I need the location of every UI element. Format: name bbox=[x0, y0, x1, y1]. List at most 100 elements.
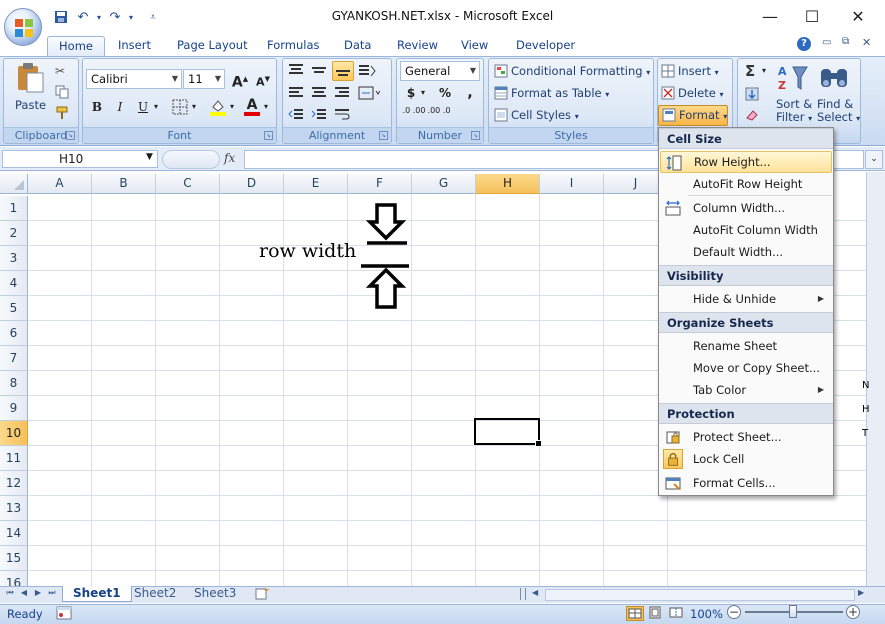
row-header-2[interactable]: 2 bbox=[0, 221, 28, 246]
decrease-decimal-button[interactable]: .00 .0 bbox=[426, 106, 452, 126]
font-color-icon[interactable]: A bbox=[243, 97, 261, 117]
decrease-indent-icon[interactable] bbox=[288, 108, 306, 124]
align-top-icon[interactable] bbox=[288, 63, 306, 79]
tab-page-layout[interactable]: Page Layout bbox=[177, 36, 248, 56]
row-header-6[interactable]: 6 bbox=[0, 321, 28, 346]
percent-button[interactable]: % bbox=[434, 83, 456, 103]
tab-home[interactable]: Home bbox=[47, 36, 105, 56]
column-header-c[interactable]: C bbox=[156, 174, 220, 194]
tab-data[interactable]: Data bbox=[344, 36, 371, 56]
fill-icon[interactable] bbox=[745, 87, 759, 101]
row-header-14[interactable]: 14 bbox=[0, 521, 28, 546]
row-header-7[interactable]: 7 bbox=[0, 346, 28, 371]
shrink-font-button[interactable]: A▼ bbox=[252, 69, 274, 89]
format-as-table-button[interactable]: Format as Table ▾ bbox=[494, 86, 609, 100]
comma-button[interactable]: , bbox=[459, 83, 481, 103]
orientation-icon[interactable] bbox=[358, 63, 376, 79]
tab-split-handle[interactable] bbox=[520, 588, 526, 600]
tab-formulas[interactable]: Formulas bbox=[267, 36, 320, 56]
underline-dropdown-icon[interactable]: ▾ bbox=[154, 102, 158, 111]
increase-indent-icon[interactable] bbox=[311, 108, 329, 124]
menu-item-autofit-column-width[interactable]: AutoFit Column Width bbox=[660, 219, 832, 241]
vertical-scrollbar[interactable] bbox=[866, 172, 885, 586]
sort-filter-button[interactable]: Sort & Filter ▾ bbox=[776, 98, 812, 125]
copy-icon[interactable] bbox=[55, 85, 69, 99]
row-header-4[interactable]: 4 bbox=[0, 271, 28, 296]
font-size-combo[interactable]: 11 ▼ bbox=[183, 69, 225, 89]
menu-item-rename-sheet[interactable]: Rename Sheet bbox=[660, 335, 832, 357]
column-header-a[interactable]: A bbox=[28, 174, 92, 194]
tab-developer[interactable]: Developer bbox=[516, 36, 575, 56]
column-header-i[interactable]: I bbox=[540, 174, 604, 194]
clear-icon[interactable] bbox=[745, 108, 759, 122]
menu-item-default-width[interactable]: Default Width... bbox=[660, 241, 832, 263]
column-header-d[interactable]: D bbox=[220, 174, 284, 194]
borders-icon[interactable] bbox=[172, 99, 188, 115]
grow-font-button[interactable]: A▲ bbox=[229, 69, 251, 91]
conditional-formatting-button[interactable]: Conditional Formatting ▾ bbox=[494, 64, 650, 78]
clipboard-launcher-icon[interactable]: ↘ bbox=[66, 131, 75, 140]
delete-cells-button[interactable]: Delete ▾ bbox=[661, 86, 723, 100]
format-painter-icon[interactable] bbox=[55, 106, 69, 120]
align-left-icon[interactable] bbox=[288, 86, 306, 102]
fill-color-icon[interactable] bbox=[209, 98, 227, 116]
row-header-11[interactable]: 11 bbox=[0, 446, 28, 471]
menu-item-protect-sheet[interactable]: Protect Sheet... bbox=[660, 426, 832, 448]
menu-item-hide-unhide[interactable]: Hide & Unhide ▶ bbox=[660, 288, 832, 310]
italic-button[interactable]: I bbox=[109, 97, 131, 117]
column-header-g[interactable]: G bbox=[412, 174, 476, 194]
align-center-icon[interactable] bbox=[311, 86, 329, 102]
ribbon-close-icon[interactable]: ✕ bbox=[862, 36, 871, 49]
wrap-text-icon[interactable] bbox=[334, 108, 352, 124]
insert-sheet-icon[interactable] bbox=[254, 587, 270, 601]
row-header-3[interactable]: 3 bbox=[0, 246, 28, 271]
underline-button[interactable]: U bbox=[132, 97, 154, 117]
insert-function-button[interactable]: fx bbox=[224, 151, 242, 165]
first-sheet-icon[interactable]: ⏮ bbox=[4, 588, 16, 598]
currency-dropdown-icon[interactable]: ▾ bbox=[421, 88, 425, 97]
row-header-13[interactable]: 13 bbox=[0, 496, 28, 521]
menu-item-column-width[interactable]: Column Width... bbox=[660, 197, 832, 219]
find-select-button[interactable]: Find & Select ▾ bbox=[817, 98, 860, 125]
close-button[interactable]: ✕ bbox=[838, 6, 878, 28]
row-header-8[interactable]: 8 bbox=[0, 371, 28, 396]
fill-color-dropdown-icon[interactable]: ▾ bbox=[230, 102, 234, 111]
help-icon[interactable]: ? bbox=[797, 37, 811, 51]
currency-button[interactable]: $ bbox=[400, 83, 422, 103]
expand-formula-bar-icon[interactable]: ⌄ bbox=[865, 150, 883, 169]
tab-insert[interactable]: Insert bbox=[118, 36, 151, 56]
minimize-button[interactable]: — bbox=[750, 6, 790, 28]
column-header-e[interactable]: E bbox=[284, 174, 348, 194]
column-header-f[interactable]: F bbox=[348, 174, 412, 194]
menu-item-lock-cell[interactable]: Lock Cell bbox=[660, 448, 832, 470]
merge-center-icon[interactable] bbox=[358, 86, 381, 102]
page-layout-view-icon[interactable] bbox=[647, 606, 665, 621]
tab-review[interactable]: Review bbox=[397, 36, 438, 56]
font-launcher-icon[interactable]: ↘ bbox=[264, 131, 273, 140]
number-launcher-icon[interactable]: ↘ bbox=[471, 131, 480, 140]
row-header-1[interactable]: 1 bbox=[0, 196, 28, 221]
zoom-in-button[interactable]: + bbox=[846, 605, 860, 619]
menu-item-autofit-row-height[interactable]: AutoFit Row Height bbox=[660, 173, 832, 195]
last-sheet-icon[interactable]: ⏭ bbox=[46, 588, 58, 598]
autosum-button[interactable]: Σ bbox=[745, 62, 755, 80]
prev-sheet-icon[interactable]: ◀ bbox=[18, 588, 30, 597]
normal-view-icon[interactable] bbox=[626, 606, 644, 621]
horizontal-scrollbar[interactable] bbox=[545, 589, 855, 601]
borders-dropdown-icon[interactable]: ▾ bbox=[192, 102, 196, 111]
zoom-out-button[interactable]: − bbox=[727, 605, 741, 619]
sheet-tab-sheet1[interactable]: Sheet1 bbox=[62, 586, 132, 602]
align-right-icon[interactable] bbox=[334, 86, 352, 102]
name-box[interactable]: H10 bbox=[2, 150, 158, 168]
alignment-launcher-icon[interactable]: ↘ bbox=[379, 131, 388, 140]
sheet-tab-sheet3[interactable]: Sheet3 bbox=[184, 586, 246, 602]
number-format-combo[interactable]: General ▼ bbox=[400, 61, 480, 81]
align-bottom-icon[interactable] bbox=[332, 61, 354, 81]
bold-button[interactable]: B bbox=[86, 97, 108, 117]
macro-record-icon[interactable] bbox=[56, 606, 72, 620]
cut-icon[interactable]: ✂ bbox=[55, 64, 65, 78]
font-color-dropdown-icon[interactable]: ▾ bbox=[264, 102, 268, 111]
page-break-view-icon[interactable] bbox=[668, 606, 686, 621]
zoom-level[interactable]: 100% bbox=[690, 607, 723, 621]
active-cell[interactable] bbox=[474, 418, 542, 447]
